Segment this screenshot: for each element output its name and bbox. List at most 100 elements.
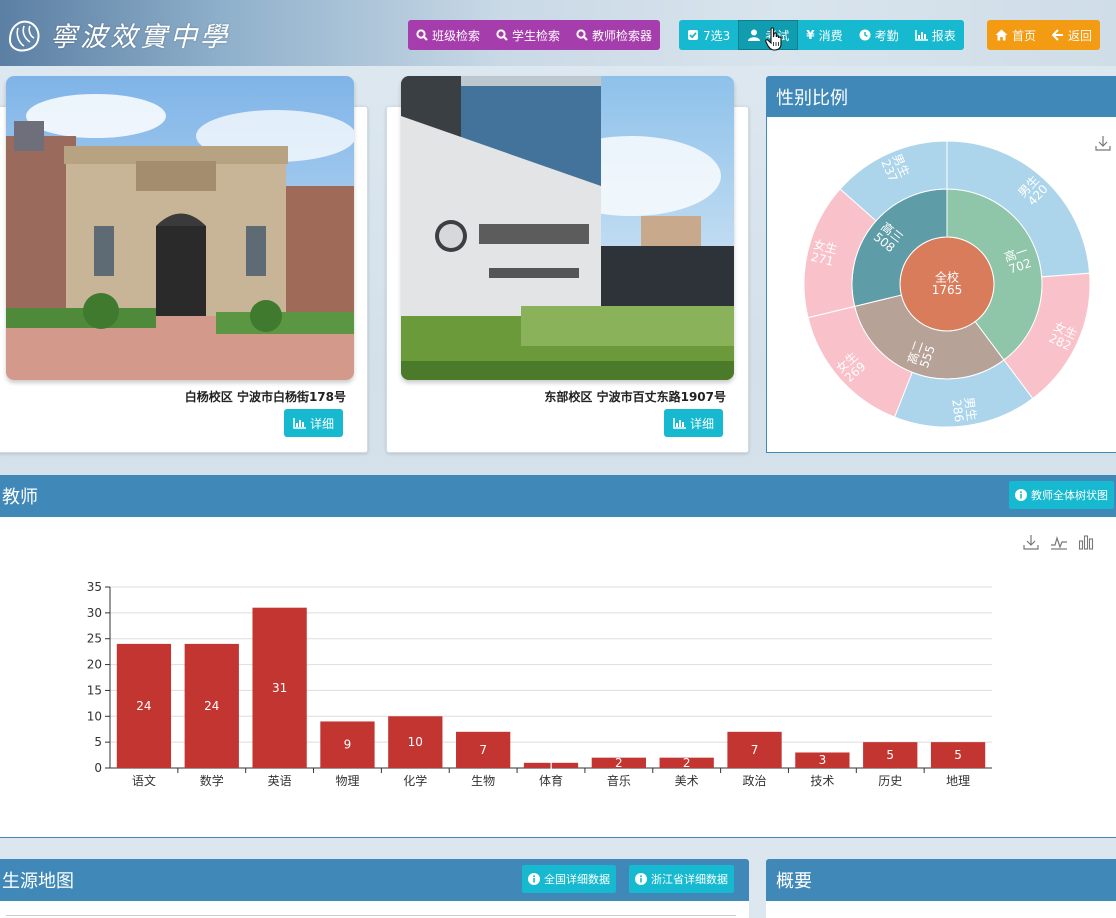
select-7-3-button[interactable]: 7选3 [679, 20, 738, 50]
search-icon [416, 29, 428, 41]
class-search-button[interactable]: 班级检索 [408, 20, 488, 50]
report-label: 报表 [931, 28, 956, 43]
bar-value-label: 24 [136, 699, 151, 713]
x-tick-label: 物理 [335, 774, 359, 788]
home-label: 首页 [1012, 28, 1037, 43]
bar-value-label: 1 [547, 758, 555, 772]
bar-value-label: 9 [344, 738, 352, 752]
y-tick-label: 15 [87, 683, 102, 697]
sunburst-gender-label: 男生286 [949, 396, 979, 423]
back-button[interactable]: 返回 [1044, 20, 1100, 50]
bar-value-label: 5 [886, 748, 894, 762]
zhejiang-data-button[interactable]: 浙江省详细数据 [629, 865, 734, 893]
national-data-label: 全国详细数据 [544, 873, 610, 886]
bar-value-label: 10 [408, 735, 423, 749]
exam-icon [747, 29, 761, 41]
x-tick-label: 语文 [132, 773, 156, 788]
x-tick-label: 英语 [268, 774, 292, 788]
teacher-tree-button[interactable]: 教师全体树状图 [1009, 481, 1114, 509]
teacher-search-label: 教师检索器 [592, 28, 653, 43]
y-tick-label: 25 [87, 632, 102, 646]
consumption-button[interactable]: ¥ 消费 [798, 20, 850, 50]
select-7-3-label: 7选3 [703, 28, 731, 43]
y-tick-label: 5 [94, 735, 102, 749]
clock-icon [859, 29, 871, 41]
school-emblem-icon [8, 20, 40, 51]
student-search-button[interactable]: 学生检索 [488, 20, 568, 50]
hand-cursor-icon [765, 27, 782, 51]
x-tick-label: 体育 [539, 773, 563, 788]
bar-value-label: 7 [479, 743, 487, 757]
overview-panel-body [766, 901, 1116, 918]
x-tick-label: 生物 [471, 774, 495, 788]
campus-detail-button-east[interactable]: 详细 [664, 409, 724, 437]
bar-value-label: 31 [272, 681, 287, 695]
sunburst-center-label: 全校 1765 [932, 270, 963, 298]
campus-detail-button-baiyang[interactable]: 详细 [284, 409, 344, 437]
x-tick-label: 技术 [810, 774, 834, 788]
info-icon [635, 873, 647, 885]
x-tick-label: 历史 [878, 774, 902, 788]
arrow-left-icon [1052, 29, 1064, 41]
back-label: 返回 [1068, 28, 1093, 43]
y-tick-label: 30 [87, 606, 102, 620]
national-data-button[interactable]: 全国详细数据 [522, 865, 616, 893]
bar-value-label: 24 [204, 699, 219, 713]
x-tick-label: 政治 [743, 774, 767, 788]
report-button[interactable]: 报表 [907, 20, 964, 50]
bar-value-label: 3 [819, 753, 827, 767]
gender-sunburst-chart: 全校 1765高一702男生420女生282高二555男生286女生269高三50… [803, 140, 1091, 428]
x-tick-label: 化学 [403, 773, 427, 788]
campus-detail-label: 详细 [690, 416, 715, 431]
x-tick-label: 音乐 [607, 773, 631, 788]
y-tick-label: 0 [94, 761, 102, 775]
school-name: 寧波效實中學 [50, 22, 230, 53]
top-bar: 寧波效實中學 班级检索 学生检索 教师检索器 7选3 考试 ¥ 消费 [0, 0, 1116, 66]
school-logo[interactable]: 寧波效實中學 [6, 15, 230, 54]
x-tick-label: 地理 [946, 774, 970, 788]
bar-value-label: 2 [615, 756, 623, 770]
x-tick-label: 美术 [675, 774, 699, 788]
bar-value-label: 7 [751, 743, 759, 757]
campus-caption-east: 东部校区 宁波市百丈东路1907号 [544, 390, 726, 404]
search-button-group: 班级检索 学生检索 教师检索器 [408, 20, 661, 50]
function-button-group: 7选3 考试 ¥ 消费 考勤 报表 [679, 20, 964, 50]
info-icon [528, 873, 540, 885]
student-search-label: 学生检索 [512, 28, 561, 43]
gender-panel-body: 全校 1765 高一702 男生420 女生282 高二555 男生286 女生269 高三50… [766, 117, 1116, 453]
map-panel-body [0, 901, 749, 918]
gender-panel-header: 性别比例 [766, 76, 1116, 117]
search-icon [576, 29, 588, 41]
map-panel-title: 生源地图 [2, 871, 74, 892]
y-tick-label: 20 [87, 658, 102, 672]
home-button[interactable]: 首页 [987, 20, 1044, 50]
x-tick-label: 数学 [200, 773, 224, 788]
overview-panel-title: 概要 [776, 871, 812, 892]
gender-panel-title: 性别比例 [776, 87, 848, 109]
attendance-button[interactable]: 考勤 [851, 20, 907, 50]
teacher-panel-body: 0 5 10 15 20 25 30 35 24 语文 24 数学 31 英语 9 物理 10 化学 7 生物 1 体育 2… [0, 517, 1116, 838]
campus-photo-east [401, 76, 734, 380]
teacher-search-button[interactable]: 教师检索器 [568, 20, 660, 50]
attendance-label: 考勤 [874, 28, 899, 43]
bar-value-label: 5 [954, 748, 962, 762]
teacher-panel-header: 教师 [0, 475, 1116, 517]
home-icon [995, 29, 1008, 41]
info-icon [1015, 489, 1027, 501]
y-tick-label: 35 [87, 580, 102, 594]
campus-photo-baiyang [6, 76, 354, 380]
search-icon [496, 29, 508, 41]
zhejiang-data-label: 浙江省详细数据 [651, 873, 728, 886]
teacher-panel-title: 教师 [2, 487, 38, 508]
nav-button-group: 首页 返回 [987, 20, 1101, 50]
checkbox-icon [687, 29, 699, 41]
class-search-label: 班级检索 [432, 28, 481, 43]
bar-chart-icon [914, 29, 928, 41]
teacher-tree-label: 教师全体树状图 [1031, 489, 1108, 502]
bar-chart-icon [293, 417, 306, 429]
campus-caption-baiyang: 白杨校区 宁波市白杨街178号 [184, 390, 346, 404]
yen-icon: ¥ [806, 28, 815, 42]
overview-panel-header: 概要 [766, 859, 1116, 901]
y-tick-label: 10 [87, 709, 102, 723]
consumption-label: 消费 [818, 28, 843, 43]
